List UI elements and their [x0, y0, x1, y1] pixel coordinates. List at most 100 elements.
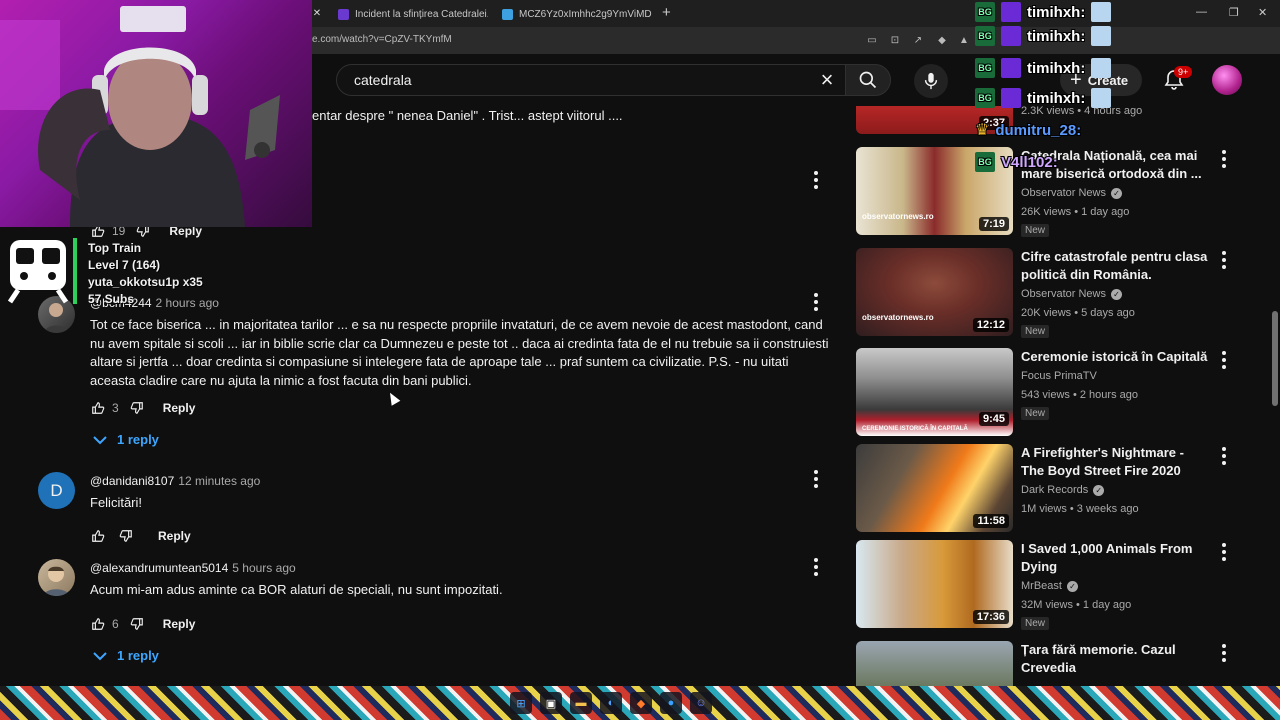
comment-menu-icon[interactable] — [811, 170, 821, 190]
like-icon[interactable] — [90, 528, 106, 544]
video-title[interactable]: I Saved 1,000 Animals From Dying — [1021, 540, 1209, 576]
comment-time: 12 minutes ago — [178, 474, 261, 488]
author-handle[interactable]: @alexandrumuntean5014 — [90, 561, 228, 575]
train-info: Top Train Level 7 (164) yuta_okkotsu1p x… — [88, 240, 203, 308]
screenshot-icon[interactable]: ⊡ — [889, 34, 901, 46]
video-title[interactable]: Ceremonie istorică în Capitală — [1021, 348, 1209, 366]
comment-thread: @bcm4244 2 hours ago Tot ce face biserica… — [0, 292, 850, 454]
search-icon — [859, 71, 877, 89]
comment-menu-icon[interactable] — [811, 557, 821, 577]
video-thumbnail[interactable]: 17:36 — [856, 540, 1013, 628]
comment-menu-icon[interactable] — [811, 469, 821, 489]
dislike-icon[interactable] — [118, 528, 134, 544]
video-channel[interactable]: Dark Records ✓ — [1021, 484, 1105, 496]
reply-button[interactable]: Reply — [158, 529, 191, 543]
scrollbar-thumb[interactable] — [1272, 311, 1278, 406]
author-handle[interactable]: @danidani8107 — [90, 474, 174, 488]
video-channel[interactable]: Observator News ✓ — [1021, 288, 1122, 300]
video-channel[interactable]: MrBeast ✓ — [1021, 580, 1078, 592]
new-tab-icon[interactable]: + — [662, 4, 671, 21]
dislike-icon[interactable] — [129, 400, 145, 416]
file-explorer-icon[interactable]: ▬ — [570, 692, 592, 714]
video-duration: 9:45 — [978, 412, 1009, 426]
video-item[interactable]: 17:36 I Saved 1,000 Animals From Dying M… — [856, 540, 1250, 632]
video-thumbnail[interactable]: 11:58 — [856, 444, 1013, 532]
search-button[interactable] — [845, 64, 891, 96]
warning-icon[interactable]: ▲ — [958, 34, 970, 46]
task-view-icon[interactable]: ▣ — [540, 692, 562, 714]
close-window-icon[interactable]: ✕ — [1258, 6, 1267, 19]
comment-avatar[interactable]: D — [38, 472, 75, 509]
video-menu-icon[interactable] — [1219, 350, 1229, 370]
chat-badge-icon — [1001, 2, 1021, 22]
thumbnail-caption: CEREMONIE ISTORICĂ ÎN CAPITALĂ — [862, 426, 968, 432]
video-channel[interactable]: Observator News ✓ — [1021, 187, 1122, 199]
search-input[interactable]: catedrala × — [336, 64, 846, 96]
view-replies-button[interactable]: 1 reply — [93, 432, 159, 447]
comment-time: 5 hours ago — [232, 561, 296, 575]
maximize-icon[interactable]: ❐ — [1229, 6, 1239, 19]
discord-icon[interactable]: ☺ — [690, 692, 712, 714]
video-menu-icon[interactable] — [1219, 446, 1229, 466]
view-replies-button[interactable]: 1 reply — [93, 648, 159, 663]
comment-text-partial: entar despre " nenea Daniel" . Trist... … — [312, 108, 623, 123]
cast-icon[interactable]: ▭ — [866, 34, 878, 46]
video-meta: 543 views • 2 hours ago — [1021, 389, 1138, 401]
video-title[interactable]: Țara fără memorie. Cazul Crevedia — [1021, 641, 1209, 677]
video-item[interactable]: Țara fără memorie. Cazul Crevedia — [856, 641, 1250, 686]
minimize-icon[interactable]: — — [1196, 6, 1207, 18]
search-query[interactable]: catedrala — [354, 72, 412, 88]
browser-tab-1[interactable]: Incident la sfințirea Catedralei. Un bă — [338, 3, 488, 25]
dislike-icon[interactable] — [129, 616, 145, 632]
comment-avatar[interactable] — [38, 559, 75, 596]
video-menu-icon[interactable] — [1219, 149, 1229, 169]
video-item[interactable]: CEREMONIE ISTORICĂ ÎN CAPITALĂ 9:45 Cere… — [856, 348, 1250, 440]
reply-button[interactable]: Reply — [163, 401, 196, 415]
video-menu-icon[interactable] — [1219, 643, 1229, 663]
thumbnail-watermark: observatornews.ro — [862, 212, 934, 221]
video-item[interactable]: 11:58 A Firefighter's Nightmare - The Bo… — [856, 444, 1250, 536]
browser-tab-2[interactable]: MCZ6Yz0xImhhc2g9YmViMDMyNjQ — [502, 3, 652, 25]
video-menu-icon[interactable] — [1219, 250, 1229, 270]
channel-name[interactable]: Focus PrimaTV — [1021, 370, 1097, 382]
clear-search-icon[interactable]: × — [815, 68, 839, 92]
extension-icon[interactable]: ◆ — [936, 34, 948, 46]
share-icon[interactable]: ↗ — [912, 34, 924, 46]
comment-author[interactable]: @danidani8107 12 minutes ago — [90, 474, 260, 488]
thumbnail-watermark: observatornews.ro — [862, 313, 934, 322]
channel-name[interactable]: MrBeast — [1021, 580, 1062, 592]
brave-browser-icon[interactable]: ◆ — [630, 692, 652, 714]
channel-name[interactable]: Dark Records — [1021, 484, 1088, 496]
comment-author[interactable]: @alexandrumuntean5014 5 hours ago — [90, 561, 296, 575]
windows-start-icon[interactable]: ⊞ — [510, 692, 532, 714]
page-scrollbar[interactable] — [1270, 106, 1280, 686]
edge-browser-icon[interactable]: ◐ — [600, 692, 622, 714]
steam-icon[interactable]: ● — [660, 692, 682, 714]
new-badge: New — [1021, 224, 1050, 237]
video-title[interactable]: Cifre catastrofale pentru clasa politică… — [1021, 248, 1209, 284]
video-item[interactable]: observatornews.ro 12:12 Cifre catastrofa… — [856, 248, 1250, 340]
train-progress-bar — [73, 238, 77, 304]
video-title[interactable]: A Firefighter's Nightmare - The Boyd Str… — [1021, 444, 1209, 480]
tab-close-icon[interactable]: ✕ — [311, 7, 323, 19]
like-icon[interactable] — [90, 400, 106, 416]
tab-favicon-icon — [338, 8, 349, 20]
video-thumbnail[interactable]: CEREMONIE ISTORICĂ ÎN CAPITALĂ 9:45 — [856, 348, 1013, 436]
url-field[interactable]: e.com/watch?v=CpZV-TKYmfM — [312, 34, 452, 45]
microphone-icon — [924, 72, 938, 90]
account-avatar[interactable] — [1212, 65, 1242, 95]
voice-search-button[interactable] — [914, 64, 948, 98]
video-channel[interactable]: Focus PrimaTV — [1021, 370, 1097, 382]
top-train-overlay: Top Train Level 7 (164) yuta_okkotsu1p x… — [0, 232, 230, 308]
reply-button[interactable]: Reply — [163, 617, 196, 631]
video-thumbnail[interactable]: observatornews.ro 12:12 — [856, 248, 1013, 336]
streamer-webcam-image — [0, 6, 280, 227]
video-menu-icon[interactable] — [1219, 542, 1229, 562]
stream-chat-overlay: BG timihxh: BG timihxh: BG timihxh: BG timih… — [975, 0, 1185, 180]
channel-name[interactable]: Observator News — [1021, 288, 1106, 300]
channel-name[interactable]: Observator News — [1021, 187, 1106, 199]
video-thumbnail[interactable] — [856, 641, 1013, 686]
comment-menu-icon[interactable] — [811, 292, 821, 312]
chat-emote-icon — [1091, 88, 1112, 108]
like-icon[interactable] — [90, 616, 106, 632]
